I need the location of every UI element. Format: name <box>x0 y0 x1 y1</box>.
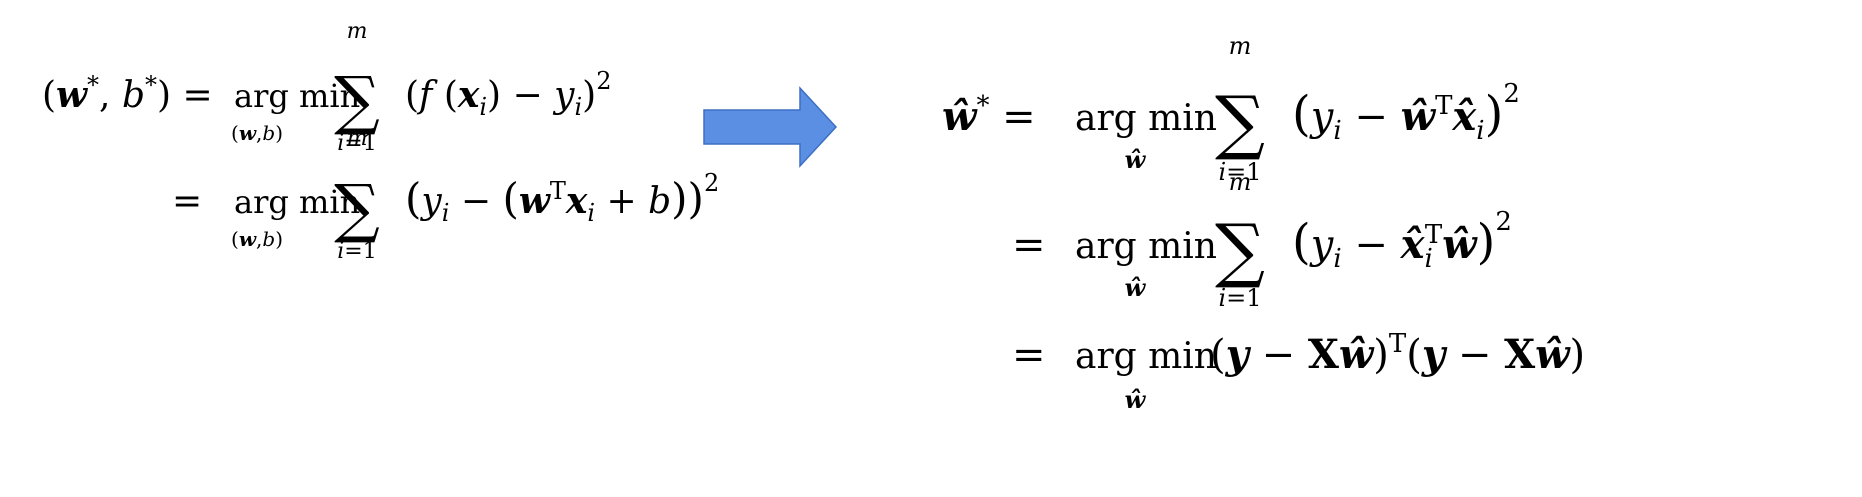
right-line2-body: (yi − x̂iTŵ)2 <box>1292 207 1512 274</box>
left-equation-line1: (w*, b*) = arg min (w,b) m ∑ i=1 (f (xi)… <box>42 19 612 156</box>
sigma-symbol: ∑ <box>1215 209 1265 291</box>
svg-text:(w*, b*) =: (w*, b*) = <box>42 71 213 116</box>
left-equation-line2: = arg min (w,b) m ∑ i=1 (yi − (wTxi + b)… <box>172 126 719 264</box>
sum-lower-limit: i=1 <box>337 239 376 264</box>
argmin-subscript: (w,b) <box>231 121 283 145</box>
sigma-symbol: ∑ <box>334 172 380 246</box>
argmin-operator: arg min <box>1075 336 1217 377</box>
sum-upper-limit: m <box>1229 168 1252 196</box>
equation-figure: (w*, b*) = arg min (w,b) m ∑ i=1 (f (xi)… <box>42 19 1585 414</box>
right-line3-body: (y − Xŵ)T(y − Xŵ) <box>1210 329 1585 378</box>
svg-text:=: = <box>1012 332 1046 378</box>
argmin-subscript: ŵ <box>1125 273 1147 302</box>
sum-upper-limit: m <box>1229 32 1252 60</box>
right-arrow-icon <box>703 86 838 168</box>
right-line1-lhs: ŵ* = <box>942 91 1036 140</box>
right-equation-line2: = arg min ŵ m ∑ i=1 (yi − x̂iTŵ)2 <box>1012 168 1512 312</box>
sigma-symbol: ∑ <box>1215 81 1265 163</box>
svg-text:=: = <box>172 181 202 222</box>
left-line2-body: (yi − (wTxi + b))2 <box>405 169 719 227</box>
argmin-operator: arg min <box>1075 226 1217 267</box>
sum-upper-limit: m <box>347 126 368 151</box>
argmin-subscript: (w,b) <box>231 227 283 251</box>
right-line1-body: (yi − ŵTx̂i)2 <box>1292 79 1520 146</box>
right-equation-line1: ŵ* = arg min ŵ m ∑ i=1 (yi − ŵTx̂i)2 <box>942 32 1520 186</box>
equation-canvas: (w*, b*) = arg min (w,b) m ∑ i=1 (f (xi)… <box>0 0 1862 493</box>
left-line1-body: (f (xi) − yi)2 <box>405 67 612 121</box>
argmin-operator: arg min <box>1075 98 1217 139</box>
argmin-subscript: ŵ <box>1125 145 1147 174</box>
sum-lower-limit: i=1 <box>1218 284 1261 312</box>
svg-text:=: = <box>1012 222 1046 268</box>
right-equation-line3: = arg min ŵ (y − Xŵ)T(y − Xŵ) <box>1012 329 1585 414</box>
sum-upper-limit: m <box>347 19 368 44</box>
argmin-subscript: ŵ <box>1125 385 1147 414</box>
